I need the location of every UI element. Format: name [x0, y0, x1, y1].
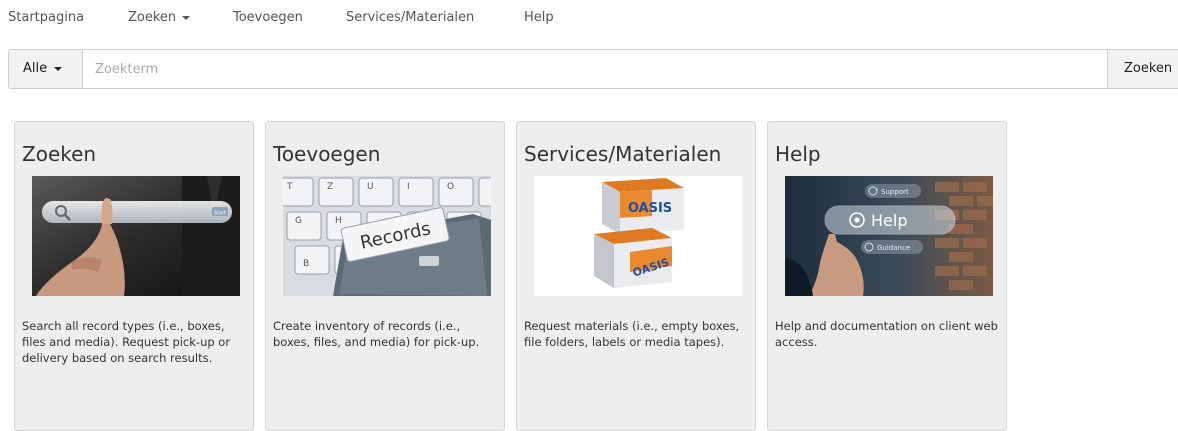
card-description: Search all record types (i.e., boxes, fi…: [22, 319, 231, 365]
help-menu-item-text: Support: [881, 188, 909, 196]
keyboard-key: U: [367, 182, 374, 192]
search-scope-dropdown[interactable]: Alle: [9, 50, 83, 88]
card-zoeken[interactable]: Zoeken Start Search all record types (i.…: [14, 121, 254, 431]
oasis-logo-text: OASIS: [628, 201, 672, 216]
card-services-materialen[interactable]: Services/Materialen OASIS OASIS Request …: [516, 121, 756, 431]
card-title: Toevoegen: [273, 142, 381, 166]
caret-down-icon: [182, 15, 191, 20]
keyboard-key: H: [335, 216, 342, 226]
card-description: Request materials (i.e., empty boxes, fi…: [524, 319, 740, 349]
card-toevoegen[interactable]: Toevoegen T Z U I O G H B Records Create…: [265, 121, 505, 431]
caret-down-icon: [54, 66, 63, 71]
keyboard-key: I: [407, 182, 410, 192]
help-touch-image: Support Help Guidance: [785, 176, 993, 296]
nav-services-materialen[interactable]: Services/Materialen: [346, 10, 474, 25]
nav-help[interactable]: Help: [524, 10, 554, 25]
help-button-text: Help: [871, 211, 907, 230]
keyboard-key: Z: [327, 182, 333, 192]
search-input[interactable]: [95, 50, 1095, 88]
oasis-boxes-image: OASIS OASIS: [534, 176, 742, 296]
keyboard-key: O: [447, 182, 454, 192]
nav-startpagina[interactable]: Startpagina: [8, 10, 84, 25]
search-image: Start: [32, 176, 240, 296]
card-help[interactable]: Help Support Help Guidance Help and docu…: [767, 121, 1007, 431]
keyboard-key: G: [295, 216, 302, 226]
card-description: Help and documentation on client web acc…: [775, 319, 998, 349]
keyboard-key: T: [286, 182, 293, 192]
help-menu-item-text: Guidance: [877, 244, 910, 252]
card-title: Help: [775, 142, 821, 166]
search-bar: Alle Zoeken: [8, 49, 1178, 89]
records-keyboard-image: T Z U I O P G H B Records: [283, 176, 491, 296]
search-button[interactable]: Zoeken: [1107, 50, 1178, 88]
nav-toevoegen[interactable]: Toevoegen: [233, 10, 303, 25]
nav-zoeken-dropdown[interactable]: Zoeken: [128, 10, 191, 25]
keyboard-key: B: [303, 259, 309, 269]
search-bar-image-text: Start: [214, 211, 226, 217]
top-nav: Startpagina Zoeken Toevoegen Services/Ma…: [0, 0, 1178, 40]
search-scope-label: Alle: [23, 61, 48, 76]
card-title: Zoeken: [22, 142, 97, 166]
card-title: Services/Materialen: [524, 142, 722, 166]
nav-zoeken-label: Zoeken: [128, 10, 177, 25]
card-description: Create inventory of records (i.e., boxes…: [273, 319, 480, 349]
